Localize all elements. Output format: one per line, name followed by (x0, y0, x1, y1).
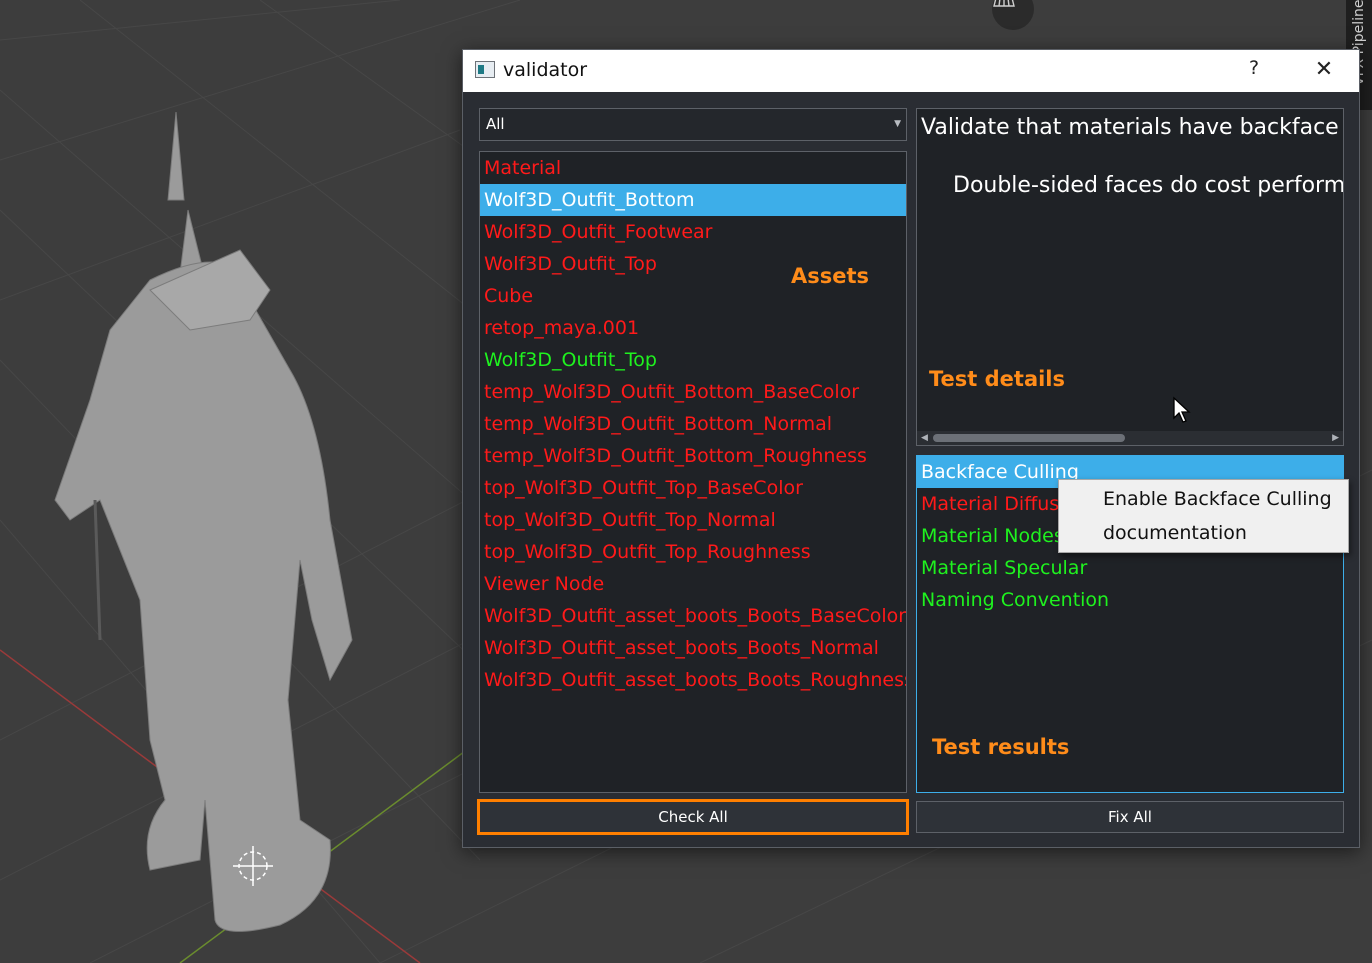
test-details-summary: Validate that materials have backface cu… (921, 115, 1343, 140)
close-icon: ✕ (1314, 57, 1334, 82)
fix-all-button[interactable]: Fix All (916, 801, 1344, 833)
test-results-annotation: Test results (932, 735, 1070, 759)
assets-annotation: Assets (791, 264, 870, 288)
asset-filter-value: All (486, 115, 505, 133)
test-details-panel: Validate that materials have backface cu… (916, 108, 1344, 446)
app-window-icon (475, 61, 495, 78)
asset-list-item[interactable]: retop_maya.001 (480, 312, 906, 344)
test-result-item[interactable]: Naming Convention (917, 584, 1343, 616)
asset-list-item[interactable]: top_Wolf3D_Outfit_Top_BaseColor (480, 472, 906, 504)
scroll-right-icon[interactable]: ▶ (1332, 431, 1339, 445)
dialog-title: validator (503, 59, 588, 81)
validator-dialog: validator ? ✕ All ▼ Material Wolf3D_Outfi… (462, 49, 1360, 848)
mouse-cursor-icon (1173, 396, 1191, 423)
scroll-left-icon[interactable]: ◀ (921, 431, 928, 445)
asset-list-item[interactable]: Wolf3D_Outfit_Footwear (480, 216, 906, 248)
asset-list-item[interactable]: temp_Wolf3D_Outfit_Bottom_Roughness (480, 440, 906, 472)
test-context-menu: Enable Backface Culling documentation (1058, 479, 1349, 553)
dialog-titlebar[interactable]: validator ? ✕ (463, 50, 1359, 92)
asset-filter-dropdown[interactable]: All ▼ (479, 108, 907, 141)
asset-list-item[interactable]: Material (480, 152, 906, 184)
chevron-down-icon: ▼ (894, 119, 901, 129)
help-button[interactable]: ? (1239, 57, 1269, 83)
asset-list-item[interactable]: Wolf3D_Outfit_Bottom (480, 184, 906, 216)
asset-list-item[interactable]: temp_Wolf3D_Outfit_Bottom_Normal (480, 408, 906, 440)
asset-list-item[interactable]: top_Wolf3D_Outfit_Top_Normal (480, 504, 906, 536)
asset-list-item[interactable]: temp_Wolf3D_Outfit_Bottom_BaseColor (480, 376, 906, 408)
asset-list-item[interactable]: Wolf3D_Outfit_asset_boots_Boots_Normal (480, 632, 906, 664)
menu-item-enable-backface-culling[interactable]: Enable Backface Culling (1103, 488, 1332, 510)
test-details-description: Double-sided faces do cost performance (953, 173, 1344, 198)
details-horizontal-scrollbar[interactable]: ◀ ▶ (917, 431, 1343, 445)
asset-list-item[interactable]: top_Wolf3D_Outfit_Top_Roughness (480, 536, 906, 568)
check-all-button[interactable]: Check All (477, 799, 909, 835)
grid-icon (993, 0, 1015, 7)
scrollbar-thumb[interactable] (933, 434, 1125, 442)
asset-list-item[interactable]: Wolf3D_Outfit_asset_boots_Boots_Roughnes… (480, 664, 906, 696)
test-result-item[interactable]: Material Specular (917, 552, 1343, 584)
test-details-annotation: Test details (929, 367, 1066, 391)
close-button[interactable]: ✕ (1309, 57, 1339, 83)
asset-list-item[interactable]: Viewer Node (480, 568, 906, 600)
asset-list-item[interactable]: Wolf3D_Outfit_asset_boots_Boots_BaseColo… (480, 600, 906, 632)
asset-list[interactable]: Material Wolf3D_Outfit_Bottom Wolf3D_Outfi… (479, 151, 907, 793)
asset-list-item[interactable]: Wolf3D_Outfit_Top (480, 344, 906, 376)
menu-item-documentation[interactable]: documentation (1103, 522, 1247, 544)
